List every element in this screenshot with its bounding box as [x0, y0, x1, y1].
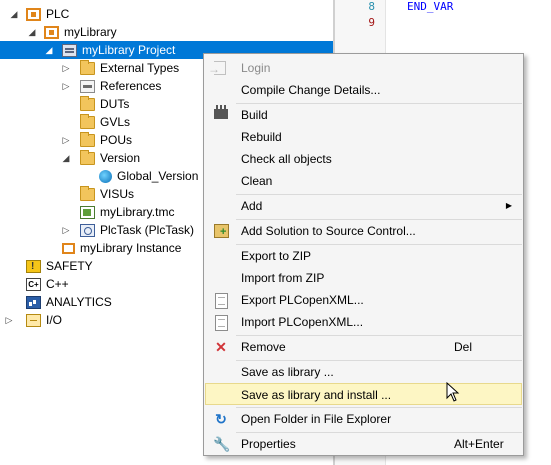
- menu-item-add[interactable]: Add ▶: [205, 195, 522, 217]
- cpp-icon: C+: [26, 277, 41, 291]
- menu-item-login[interactable]: Login: [205, 57, 522, 80]
- tree-item-label: References: [100, 79, 162, 93]
- menu-item-label: Login: [241, 61, 271, 75]
- wrench-icon: 🔧: [213, 436, 231, 452]
- menu-item-label: Import from ZIP: [241, 271, 325, 285]
- menu-item-label: Remove: [241, 340, 286, 354]
- menu-item-label: Properties: [241, 437, 296, 451]
- open-folder-icon: ↻: [215, 411, 227, 427]
- expand-arrow-icon[interactable]: ◢: [61, 149, 71, 167]
- menu-item-label: Clean: [241, 174, 273, 188]
- tree-item-label: SAFETY: [46, 259, 93, 273]
- source-control-icon: [214, 221, 229, 243]
- analytics-icon: [26, 295, 41, 309]
- tree-item-mylibrary[interactable]: ◢ myLibrary: [0, 23, 333, 41]
- tree-item-label: PlcTask (PlcTask): [100, 223, 195, 237]
- expand-arrow-icon[interactable]: ▷: [61, 59, 71, 77]
- build-icon: [214, 105, 228, 119]
- tree-item-label: C++: [46, 277, 69, 291]
- menu-item-label: Import PLCopenXML...: [241, 315, 364, 329]
- tree-item-label: GVLs: [100, 115, 131, 129]
- menu-item-label: Check all objects: [241, 152, 332, 166]
- tree-item-plc[interactable]: ◢ PLC: [0, 5, 333, 23]
- menu-item-add-to-source-control[interactable]: Add Solution to Source Control...: [205, 220, 522, 243]
- tmc-file-icon: [80, 205, 95, 219]
- folder-icon: [80, 185, 95, 201]
- menu-item-save-as-library-and-install[interactable]: Save as library and install ...: [205, 383, 522, 405]
- safety-icon: [26, 258, 41, 276]
- plc-icon: [26, 7, 41, 21]
- tree-item-label: myLibrary: [64, 25, 117, 39]
- io-icon: [26, 313, 41, 327]
- line-number: 8: [368, 0, 375, 13]
- menu-item-check-all-objects[interactable]: Check all objects: [205, 148, 522, 170]
- menu-item-import-zip[interactable]: Import from ZIP: [205, 267, 522, 289]
- menu-item-label: Compile Change Details...: [241, 83, 381, 97]
- code-line: END_VAR: [407, 0, 454, 13]
- menu-item-properties[interactable]: 🔧 Properties Alt+Enter: [205, 433, 522, 455]
- tree-item-label: Global_Version: [117, 169, 199, 183]
- tree-item-label: PLC: [46, 7, 70, 21]
- remove-icon: ✕: [215, 339, 227, 355]
- references-icon: [80, 79, 95, 93]
- expand-arrow-icon[interactable]: ◢: [9, 5, 19, 23]
- menu-item-remove[interactable]: ✕ Remove Del: [205, 336, 522, 358]
- tree-item-label: Version: [100, 151, 141, 165]
- project-icon: [62, 43, 77, 57]
- menu-item-label: Save as library and install ...: [241, 388, 392, 402]
- menu-item-clean[interactable]: Clean: [205, 170, 522, 192]
- xml-import-icon: [215, 315, 228, 331]
- menu-item-rebuild[interactable]: Rebuild: [205, 126, 522, 148]
- folder-icon: [80, 131, 95, 147]
- expand-arrow-icon[interactable]: ▷: [61, 77, 71, 95]
- login-icon: [208, 58, 226, 80]
- folder-icon: [80, 95, 95, 111]
- task-icon: [80, 223, 95, 237]
- expand-arrow-icon[interactable]: ▷: [4, 311, 14, 329]
- expand-arrow-icon[interactable]: ◢: [27, 23, 37, 41]
- menu-item-shortcut: Alt+Enter: [454, 437, 504, 451]
- menu-item-label: Save as library ...: [241, 365, 334, 379]
- folder-icon: [80, 149, 95, 165]
- menu-item-export-zip[interactable]: Export to ZIP: [205, 245, 522, 267]
- globe-icon: [99, 169, 112, 183]
- tree-item-label: DUTs: [100, 97, 130, 111]
- expand-arrow-icon[interactable]: ◢: [44, 41, 54, 59]
- tree-item-label: myLibrary Project: [82, 43, 176, 57]
- tree-item-label: POUs: [100, 133, 133, 147]
- tree-item-label: VISUs: [100, 187, 135, 201]
- instance-icon: [62, 242, 75, 254]
- folder-icon: [80, 113, 95, 129]
- context-menu: Login Compile Change Details... Build Re…: [203, 53, 524, 456]
- menu-item-shortcut: Del: [454, 340, 473, 354]
- tree-item-label: myLibrary Instance: [80, 241, 182, 255]
- plc-project-icon: [44, 25, 59, 39]
- menu-item-build[interactable]: Build: [205, 104, 522, 126]
- menu-item-export-plcopenxml[interactable]: Export PLCopenXML...: [205, 289, 522, 311]
- menu-item-label: Export to ZIP: [241, 249, 312, 263]
- menu-item-compile-change-details[interactable]: Compile Change Details...: [205, 79, 522, 101]
- expand-arrow-icon[interactable]: ▷: [61, 221, 71, 239]
- menu-item-open-folder[interactable]: ↻ Open Folder in File Explorer: [205, 408, 522, 430]
- tree-item-label: External Types: [100, 61, 180, 75]
- mouse-cursor-icon: [446, 382, 460, 402]
- folder-icon: [80, 59, 95, 75]
- xml-export-icon: [215, 293, 228, 309]
- tree-item-label: myLibrary.tmc: [100, 205, 175, 219]
- expand-arrow-icon[interactable]: ▷: [61, 131, 71, 149]
- menu-item-label: Build: [241, 108, 268, 122]
- submenu-arrow-icon: ▶: [505, 201, 512, 210]
- menu-item-import-plcopenxml[interactable]: Import PLCopenXML...: [205, 311, 522, 333]
- tree-item-label: I/O: [46, 313, 63, 327]
- menu-item-label: Rebuild: [241, 130, 282, 144]
- tree-item-label: ANALYTICS: [46, 295, 112, 309]
- menu-item-save-as-library[interactable]: Save as library ...: [205, 361, 522, 383]
- menu-item-label: Export PLCopenXML...: [241, 293, 364, 307]
- line-number: 9: [368, 16, 375, 29]
- menu-item-label: Open Folder in File Explorer: [241, 412, 392, 426]
- menu-item-label: Add: [241, 199, 263, 213]
- menu-item-label: Add Solution to Source Control...: [241, 224, 416, 238]
